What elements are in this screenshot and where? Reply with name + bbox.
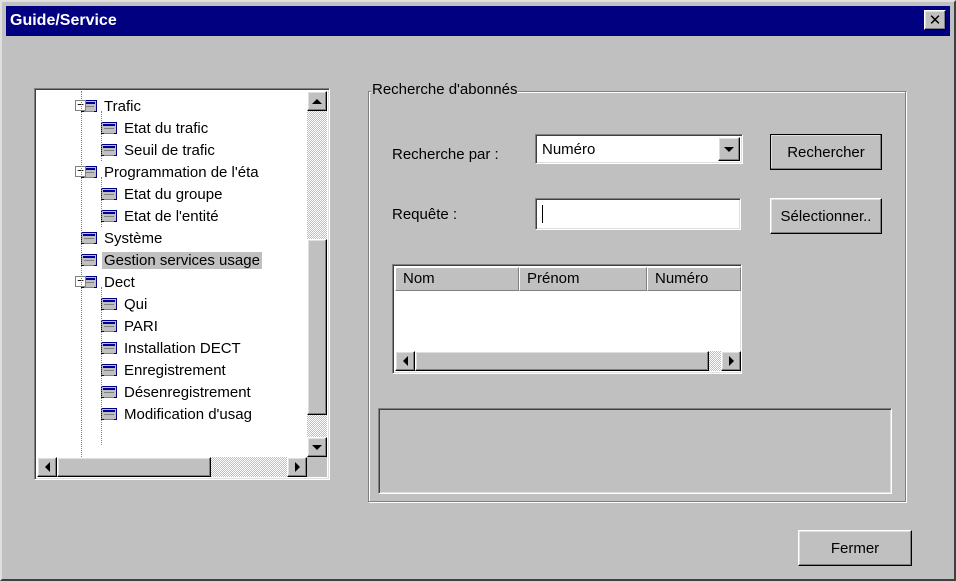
list-node-icon: [81, 232, 97, 244]
scroll-left-arrow-icon[interactable]: [37, 457, 57, 477]
tree-connector: [101, 287, 102, 445]
tree-item-label: Qui: [124, 295, 148, 313]
tree-item-label: Etat du trafic: [124, 119, 209, 137]
tree-connector: [81, 91, 82, 457]
list-node-icon: [101, 386, 117, 398]
results-hscroll-thumb[interactable]: [415, 351, 709, 371]
scroll-left-arrow-icon[interactable]: [395, 351, 415, 371]
tree-item[interactable]: Désenregistrement: [101, 381, 253, 403]
search-by-dropdown[interactable]: Numéro: [535, 134, 743, 164]
tree-horizontal-scrollbar[interactable]: [37, 457, 307, 477]
scroll-right-arrow-icon[interactable]: [287, 457, 307, 477]
close-button[interactable]: Fermer: [798, 530, 912, 566]
tree-item[interactable]: Etat du trafic: [101, 117, 210, 139]
tree-item[interactable]: Trafic: [81, 95, 143, 117]
tree-scroll-thumb[interactable]: [307, 239, 327, 415]
tree-item[interactable]: Dect: [81, 271, 137, 293]
tree-item[interactable]: Seuil de trafic: [101, 139, 217, 161]
scroll-right-arrow-icon[interactable]: [721, 351, 741, 371]
tree-item-label: Trafic: [104, 97, 141, 115]
column-header-number[interactable]: Numéro: [647, 267, 741, 291]
list-node-icon: [101, 188, 117, 200]
tree-vertical-scrollbar[interactable]: [307, 91, 327, 457]
tree-item[interactable]: Système: [81, 227, 164, 249]
tree-item[interactable]: Programmation de l'éta: [81, 161, 261, 183]
scroll-down-arrow-icon[interactable]: [307, 437, 327, 457]
tree-item[interactable]: Enregistrement: [101, 359, 228, 381]
scroll-corner: [307, 457, 327, 477]
query-input[interactable]: [535, 198, 741, 230]
list-node-icon: [101, 364, 117, 376]
tree-item-label: Installation DECT: [124, 339, 241, 357]
title-bar[interactable]: Guide/Service ✕: [6, 6, 950, 36]
results-list[interactable]: Nom Prénom Numéro: [392, 264, 742, 374]
tree-item-label: Modification d'usag: [124, 405, 252, 423]
query-label: Requête :: [392, 206, 458, 223]
window-title: Guide/Service: [10, 12, 117, 29]
tree-item-label: Etat de l'entité: [124, 207, 219, 225]
list-node-icon: [101, 144, 117, 156]
close-icon[interactable]: ✕: [924, 10, 946, 30]
tree-item[interactable]: PARI: [101, 315, 160, 337]
list-node-icon: [101, 320, 117, 332]
dropdown-arrow-icon[interactable]: [718, 137, 740, 161]
tree-item-label: Programmation de l'éta: [104, 163, 259, 181]
tree-item-label: Gestion services usage: [102, 251, 262, 269]
status-panel: [378, 408, 892, 494]
tree-item[interactable]: Etat du groupe: [101, 183, 224, 205]
list-node-icon: [81, 254, 97, 266]
list-node-icon: [101, 408, 117, 420]
text-caret: [542, 205, 543, 223]
tree-item-label: Seuil de trafic: [124, 141, 215, 159]
tree-item[interactable]: Etat de l'entité: [101, 205, 221, 227]
results-list-header: Nom Prénom Numéro: [395, 267, 741, 291]
tree-hscroll-thumb[interactable]: [57, 457, 211, 477]
tree-item[interactable]: Modification d'usag: [101, 403, 254, 425]
column-header-firstname[interactable]: Prénom: [519, 267, 647, 291]
select-button[interactable]: Sélectionner..: [770, 198, 882, 234]
list-node-icon: [101, 122, 117, 134]
tree-connector: [101, 111, 102, 161]
search-button[interactable]: Rechercher: [770, 134, 882, 170]
tree-item[interactable]: Gestion services usage: [81, 249, 262, 271]
tree-item-label: Enregistrement: [124, 361, 226, 379]
results-horizontal-scrollbar[interactable]: [395, 351, 741, 371]
list-node-icon: [101, 298, 117, 310]
tree-item-label: Dect: [104, 273, 135, 291]
tree-item-label: PARI: [124, 317, 158, 335]
search-by-label: Recherche par :: [392, 146, 499, 163]
tree-view[interactable]: Trafic − Etat du trafic Seuil de trafic Prog…: [34, 88, 330, 480]
group-title: Recherche d'abonnés: [371, 81, 519, 98]
list-node-icon: [101, 210, 117, 222]
tree-connector: [101, 177, 102, 227]
tree-item-label: Système: [104, 229, 163, 247]
search-by-value: Numéro: [542, 141, 596, 158]
tree-item[interactable]: Qui: [101, 293, 149, 315]
column-header-name[interactable]: Nom: [395, 267, 519, 291]
list-node-icon: [101, 342, 117, 354]
scroll-up-arrow-icon[interactable]: [307, 91, 327, 111]
tree-item[interactable]: Installation DECT: [101, 337, 243, 359]
tree-item-label: Etat du groupe: [124, 185, 223, 203]
tree-item-label: Désenregistrement: [124, 383, 251, 401]
tree-content: Trafic − Etat du trafic Seuil de trafic Prog…: [37, 91, 307, 457]
